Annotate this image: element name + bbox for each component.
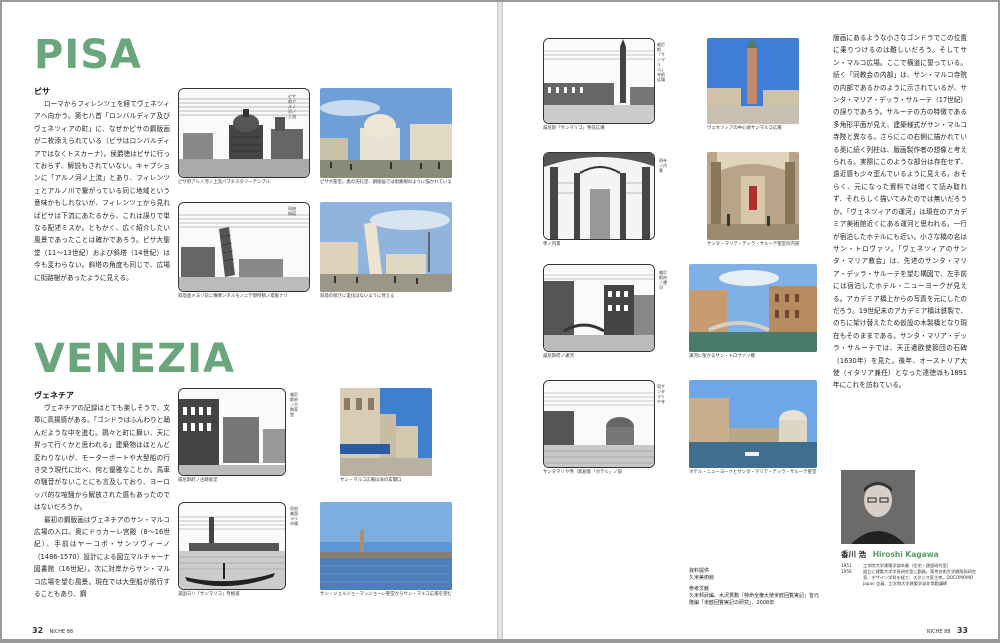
venice-engraving-canal (543, 264, 655, 352)
pisa-body-text: ローマからフィレンツェを経てヴェネツィアへ向かう。第七八首「ロンバルディア及びヴ… (34, 98, 170, 284)
right-figure-caption-6: 運河に架かるサン・トロヴァソ橋 (689, 354, 755, 359)
pisa-figure-caption-4: 斜塔の傾きに変化はないように見える (320, 294, 395, 299)
bio-text: 設立に建築大学学長研究室に勤務。東京芸術大学鋼版画研究室、デザイン学科を経て、ス… (863, 569, 977, 586)
pisa-subtitle: ピサ (34, 87, 50, 96)
venezia-engraving-gondola (178, 502, 286, 590)
author-bio: 1951 工学院大学建築学部卒業（住宅・建設研究室） 1956 設立に建築大学学… (841, 563, 981, 587)
pisa-figure-caption-2: ピサ大聖堂。奥の洗礼堂、鋼版画では街路樹のように描かれている (320, 180, 452, 185)
venezia-figure-caption-4: サン・ジョルジョ・マッジョーレ聖堂からサン・マルコ広場を望む (320, 592, 452, 597)
right-figure-caption-4: サンタ・マリア・デッラ・サルーテ聖堂の内部 (707, 242, 800, 247)
right-figure-caption-2: ヴェネツィアの中心地サンマルコ広場 (707, 126, 782, 131)
venice-photo-salute-interior (707, 152, 799, 240)
venezia-subtitle: ヴェネチア (34, 391, 74, 400)
venezia-body-text: ヴェネチアの記録はとても楽しそうで、文章に高揚感がある。「ゴンドラはふんわりと踊… (34, 402, 170, 601)
venezia-heading: VENEZIA (34, 336, 235, 382)
pisa-engraving-label-2: 同府斜塔 (288, 206, 296, 216)
left-magazine-label: NICHE 88 (49, 629, 74, 635)
right-page-number: 33 (956, 626, 968, 635)
left-page-number: 32 (32, 626, 44, 635)
right-paragraph: 版画にあるような小さなゴンドラでこの位置に乗りつけるのは難しいだろう。そしてサン… (833, 34, 967, 390)
left-folio: 32 NICHE 88 (28, 626, 73, 635)
right-engraving-label-2: 同寺ノ内景 (659, 158, 667, 173)
venezia-paragraph-1: ヴェネチアの記録はとても楽しそうで、文章に高揚感がある。「ゴンドラはふんわりと踊… (34, 404, 170, 512)
pisa-paragraph: ローマからフィレンツェを経てヴェネツィアへ向かう。第七八首「ロンバルディア及びヴ… (34, 100, 170, 282)
author-name-ja: 香川 浩 (841, 550, 867, 559)
venice-photo-trovaso-bridge (689, 264, 817, 352)
venezia-engraving-palace (178, 388, 286, 476)
credits-line: 久米美術館 (689, 575, 715, 581)
bio-row: 1956 設立に建築大学学長研究室に勤務。東京芸術大学鋼版画研究室、デザイン学科… (841, 569, 981, 587)
left-page: PISA ピサ ローマからフィレンツェを経てヴェネツィアへ向かう。第七八首「ロン… (2, 2, 497, 639)
bio-year: 1956 (841, 569, 852, 574)
author-name-en: Hiroshi Kagawa (872, 550, 939, 559)
pisa-figure-caption-3: 斜塔並メヨリ前ニ傳寒シタルモノニテ現時傾ノ塔家ナリ (178, 294, 288, 299)
venice-engraving-santa-maria (543, 380, 655, 468)
right-figure-caption-7: サンタマリヤ寺（新創客「ホテル」ノ前 (543, 470, 623, 475)
venice-engraving-san-marco-square (543, 38, 655, 124)
right-page: 威尼斯「サンマリコ」寺前広場 威尼斯「サンマリコ」寺前広場 ヴェネツィアの中心地… (503, 2, 998, 639)
venice-photo-grand-canal-salute (689, 380, 817, 468)
right-engraving-label-4: 同サンタマリヤ寺 (657, 384, 665, 404)
pisa-heading: PISA (34, 32, 142, 78)
right-engraving-label-3: 威尼斯府ノ運河 (659, 270, 667, 290)
venezia-figure-caption-2: サン・マルコ広場は海の玄関口 (340, 478, 402, 483)
pisa-photo-leaning-tower (320, 202, 452, 292)
right-folio: NICHE 88 33 (927, 626, 972, 635)
right-figure-caption-5: 威尼斯府ノ運河 (543, 354, 574, 359)
author-photo (841, 470, 915, 544)
venezia-paragraph-2: 最初の鋼版画はヴェネチアのサン・マルコ広場の入口。奥にドゥカーレ宮殿（8〜16世… (34, 515, 170, 599)
credits-line: 参考文献 (689, 586, 710, 592)
author-name: 香川 浩 Hiroshi Kagawa (841, 549, 939, 560)
right-figure-caption-3: 寺ノ内景 (543, 242, 561, 247)
pisa-figure-caption-1: ピサ府アルノ河ノ上流バプチスタリーテンプル (178, 180, 271, 185)
venezia-photo-lagoon (320, 502, 452, 590)
credits-line: 久米邦武編、水沢貫勲『特命全権大使米欧回覧実記』皆元隆編「米欧回覧実記の研究」、… (689, 593, 820, 606)
pisa-photo-cathedral (320, 88, 452, 178)
right-engraving-label-1: 威尼斯「サンマリコ」寺前広場 (657, 42, 665, 82)
venice-photo-san-marco-campanile (707, 38, 799, 124)
venezia-engraving-label-2: 同府美国ヨリ市場 (290, 506, 298, 526)
venezia-photo-san-marco-square (340, 388, 432, 476)
right-magazine-label: NICHE 88 (926, 629, 951, 635)
credits-line: 資料提供 (689, 568, 710, 574)
venezia-engraving-label-1: 威尼斯府ノ古跡家堂 (290, 392, 298, 417)
credits-block: 資料提供 久米美術館 参考文献 久米邦武編、水沢貫勲『特命全権大使米欧回覧実記』… (689, 568, 819, 607)
venezia-figure-caption-1: 威尼斯府ノ古跡家堂 (178, 478, 218, 483)
right-body-text: 版画にあるような小さなゴンドラでこの位置に乗りつけるのは難しいだろう。そしてサン… (833, 32, 967, 392)
pisa-engraving-label-1: ピサ府アルノ河ノ上流 (288, 94, 296, 119)
right-figure-caption-1: 威尼斯「サンマリコ」寺前広場 (543, 126, 605, 131)
venice-engraving-church-interior (543, 152, 655, 240)
right-figure-caption-8: ホテル・ニューヨークとサンタ・マリア・デッラ・サルーテ聖堂 (689, 470, 817, 475)
venezia-figure-caption-3: 美国ヨリ「サンマリコ」寺極道 (178, 592, 240, 597)
